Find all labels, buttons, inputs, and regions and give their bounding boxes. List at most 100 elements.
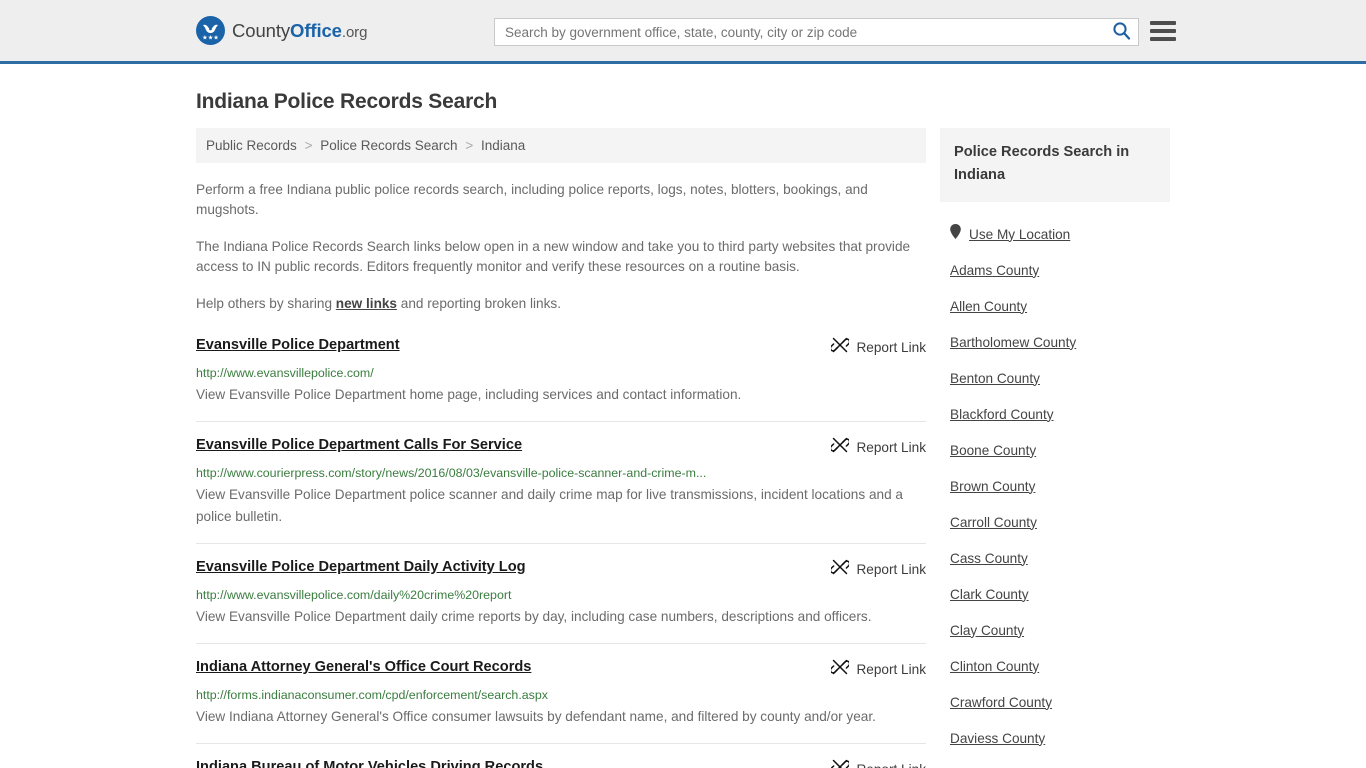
county-link[interactable]: Blackford County xyxy=(950,407,1054,422)
sidebar-item-county[interactable]: Clay County xyxy=(940,612,1170,648)
intro-paragraph-1: Perform a free Indiana public police rec… xyxy=(196,182,868,217)
county-link[interactable]: Clark County xyxy=(950,587,1029,602)
county-link[interactable]: Carroll County xyxy=(950,515,1037,530)
map-pin-icon xyxy=(950,224,961,244)
broken-link-icon xyxy=(830,436,851,459)
result-item: Evansville Police Department Calls For S… xyxy=(196,436,926,544)
report-link-button[interactable]: Report Link xyxy=(830,658,926,681)
intro-paragraph-2: The Indiana Police Records Search links … xyxy=(196,239,911,274)
svg-text:★★★: ★★★ xyxy=(202,34,219,41)
breadcrumb-separator: > xyxy=(304,138,313,153)
sidebar: Police Records Search in Indiana Use My … xyxy=(940,128,1170,768)
broken-link-icon xyxy=(831,758,851,768)
site-header: ★★★ CountyOffice.org xyxy=(0,0,1366,64)
broken-link-icon xyxy=(830,336,851,359)
sidebar-item-county[interactable]: Bartholomew County xyxy=(940,324,1170,360)
main-content: Public Records > Police Records Search >… xyxy=(196,128,926,768)
county-link[interactable]: Benton County xyxy=(950,371,1040,386)
sidebar-item-county[interactable]: Crawford County xyxy=(940,684,1170,720)
search-icon xyxy=(1112,21,1131,43)
result-item: Indiana Attorney General's Office Court … xyxy=(196,658,926,744)
sidebar-title: Police Records Search in Indiana xyxy=(954,144,1130,183)
use-my-location-label: Use My Location xyxy=(969,226,1071,242)
result-description: View Indiana Attorney General's Office c… xyxy=(196,709,876,724)
breadcrumb-item-public-records[interactable]: Public Records xyxy=(206,138,297,153)
result-description: View Evansville Police Department home p… xyxy=(196,387,742,402)
broken-link-icon xyxy=(830,558,851,581)
report-link-button[interactable]: Report Link xyxy=(830,558,926,581)
sidebar-item-county[interactable]: Clinton County xyxy=(940,648,1170,684)
new-links-link[interactable]: new links xyxy=(336,296,397,311)
sidebar-item-county[interactable]: Boone County xyxy=(940,432,1170,468)
county-link[interactable]: Boone County xyxy=(950,443,1036,458)
result-url: http://www.evansvillepolice.com/daily%20… xyxy=(196,588,512,602)
county-link[interactable]: Crawford County xyxy=(950,695,1052,710)
content-columns: Public Records > Police Records Search >… xyxy=(196,128,1170,768)
result-header: Evansville Police Department Report Link xyxy=(196,336,926,359)
hamburger-bar xyxy=(1150,29,1176,33)
county-link[interactable]: Allen County xyxy=(950,299,1027,314)
sidebar-item-county[interactable]: Clark County xyxy=(940,576,1170,612)
search-bar[interactable] xyxy=(494,18,1139,46)
result-url: http://forms.indianaconsumer.com/cpd/enf… xyxy=(196,688,548,702)
county-link[interactable]: Clinton County xyxy=(950,659,1039,674)
intro-paragraph-3: Help others by sharing new links and rep… xyxy=(196,294,926,314)
report-link-label: Report Link xyxy=(856,440,926,455)
sidebar-item-county[interactable]: Cass County xyxy=(940,540,1170,576)
intro-text-before: Help others by sharing xyxy=(196,296,336,311)
search-input[interactable] xyxy=(495,19,1104,45)
report-link-button[interactable]: Report Link xyxy=(831,758,926,768)
report-link-button[interactable]: Report Link xyxy=(830,436,926,459)
report-link-label: Report Link xyxy=(856,562,926,577)
county-link[interactable]: Cass County xyxy=(950,551,1028,566)
site-logo-text: CountyOffice.org xyxy=(232,20,367,42)
result-url: http://www.courierpress.com/story/news/2… xyxy=(196,466,707,480)
intro-text-after: and reporting broken links. xyxy=(397,296,561,311)
brand-part-county: County xyxy=(232,19,291,41)
brand-part-tld: .org xyxy=(341,23,368,41)
sidebar-item-county[interactable]: Daviess County xyxy=(940,720,1170,756)
result-title-link[interactable]: Indiana Bureau of Motor Vehicles Driving… xyxy=(196,758,543,768)
breadcrumb: Public Records > Police Records Search >… xyxy=(196,128,926,163)
broken-link-icon xyxy=(830,658,851,681)
hamburger-menu-icon[interactable] xyxy=(1150,20,1176,42)
county-link[interactable]: Daviess County xyxy=(950,731,1045,746)
sidebar-links: Use My Location Adams County Allen County… xyxy=(940,216,1170,768)
report-link-label: Report Link xyxy=(856,762,926,768)
result-header: Indiana Bureau of Motor Vehicles Driving… xyxy=(196,758,926,768)
breadcrumb-item-police-records-search[interactable]: Police Records Search xyxy=(320,138,457,153)
result-header: Indiana Attorney General's Office Court … xyxy=(196,658,926,681)
sidebar-item-county[interactable]: DeKalb County xyxy=(940,756,1170,768)
county-link[interactable]: Adams County xyxy=(950,263,1039,278)
result-title-link[interactable]: Evansville Police Department Calls For S… xyxy=(196,436,522,454)
result-title-link[interactable]: Evansville Police Department Daily Activ… xyxy=(196,558,526,576)
sidebar-item-county[interactable]: Benton County xyxy=(940,360,1170,396)
result-item: Indiana Bureau of Motor Vehicles Driving… xyxy=(196,758,926,768)
sidebar-item-county[interactable]: Adams County xyxy=(940,252,1170,288)
hamburger-bar xyxy=(1150,21,1176,25)
report-link-button[interactable]: Report Link xyxy=(830,336,926,359)
county-link[interactable]: Brown County xyxy=(950,479,1035,494)
brand-part-office: Office xyxy=(290,19,342,41)
county-link[interactable]: Bartholomew County xyxy=(950,335,1076,350)
result-header: Evansville Police Department Calls For S… xyxy=(196,436,926,459)
results-list: Evansville Police Department Report Link h… xyxy=(196,336,926,768)
county-list: Adams County Allen County Bartholomew Coun… xyxy=(940,252,1170,768)
sidebar-header-box: Police Records Search in Indiana xyxy=(940,128,1170,202)
result-title-link[interactable]: Indiana Attorney General's Office Court … xyxy=(196,658,531,676)
search-button[interactable] xyxy=(1104,19,1138,45)
page-container: Indiana Police Records Search Public Rec… xyxy=(0,90,1366,768)
county-link[interactable]: Clay County xyxy=(950,623,1024,638)
hamburger-bar xyxy=(1150,37,1176,41)
eagle-shield-logo-icon: ★★★ xyxy=(196,16,225,45)
result-title-link[interactable]: Evansville Police Department xyxy=(196,336,400,354)
result-item: Evansville Police Department Report Link h… xyxy=(196,336,926,422)
breadcrumb-separator: > xyxy=(465,138,474,153)
sidebar-item-county[interactable]: Brown County xyxy=(940,468,1170,504)
sidebar-item-county[interactable]: Carroll County xyxy=(940,504,1170,540)
site-logo-link[interactable]: ★★★ CountyOffice.org xyxy=(196,16,367,45)
result-description: View Evansville Police Department police… xyxy=(196,487,903,524)
sidebar-item-county[interactable]: Blackford County xyxy=(940,396,1170,432)
sidebar-item-use-my-location[interactable]: Use My Location xyxy=(940,216,1170,252)
sidebar-item-county[interactable]: Allen County xyxy=(940,288,1170,324)
